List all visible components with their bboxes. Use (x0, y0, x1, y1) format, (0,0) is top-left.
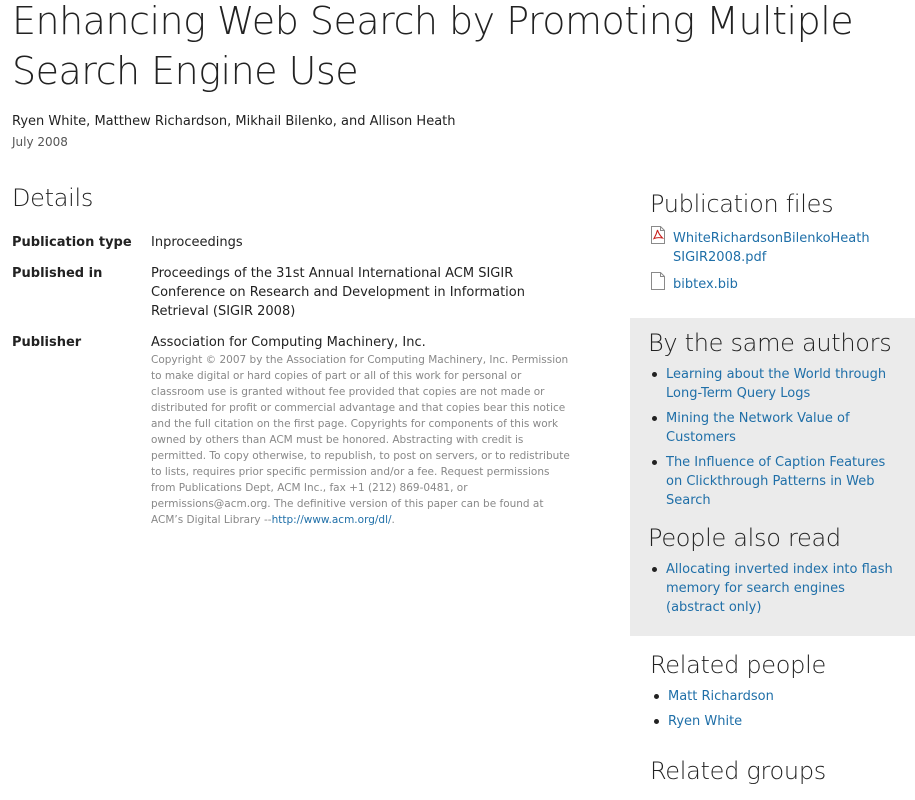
related-person-link-1[interactable]: Matt Richardson (668, 689, 774, 704)
copyright-notice: Copyright © 2007 by the Association for … (151, 352, 577, 528)
details-table: Publication type Inproceedings Published… (12, 233, 577, 540)
detail-row-published-in: Published in Proceedings of the 31st Ann… (12, 264, 577, 321)
publication-type-label: Publication type (12, 235, 132, 250)
publication-page: Enhancing Web Search by Promoting Multip… (0, 0, 915, 800)
pdf-file-icon (650, 226, 666, 244)
related-people-section: Related people Matt Richardson Ryen Whit… (650, 651, 910, 737)
list-item: The Influence of Caption Features on Cli… (648, 453, 905, 510)
publication-type-value: Inproceedings (151, 235, 243, 250)
authors-line: Ryen White, Matthew Richardson, Mikhail … (12, 114, 456, 129)
publisher-block: Association for Computing Machinery, Inc… (151, 333, 577, 528)
publication-date: July 2008 (12, 135, 68, 149)
publication-files-section: Publication files WhiteRichardsonBilenko… (650, 190, 910, 294)
same-authors-heading: By the same authors (648, 329, 892, 357)
pdf-file-item: WhiteRichardsonBilenkoHeath SIGIR2008.pdf (650, 226, 910, 267)
related-people-list: Matt Richardson Ryen White (650, 687, 910, 731)
sidebar-gray-panel: By the same authors Learning about the W… (630, 318, 915, 636)
publisher-value: Association for Computing Machinery, Inc… (151, 335, 426, 350)
published-in-value: Proceedings of the 31st Annual Internati… (151, 266, 525, 319)
list-item: Mining the Network Value of Customers (648, 409, 905, 447)
list-item: Matt Richardson (650, 687, 910, 706)
related-people-heading: Related people (650, 651, 826, 679)
publication-files-heading: Publication files (650, 190, 834, 218)
bibtex-file-link[interactable]: bibtex.bib (673, 275, 738, 294)
same-authors-list: Learning about the World through Long-Te… (648, 365, 905, 510)
published-in-label: Published in (12, 266, 103, 281)
list-item: Learning about the World through Long-Te… (648, 365, 905, 403)
document-file-icon (650, 272, 666, 290)
copyright-end: . (391, 514, 395, 526)
pdf-filename-line2: SIGIR2008.pdf (673, 250, 767, 265)
pdf-file-link[interactable]: WhiteRichardsonBilenkoHeath SIGIR2008.pdf (673, 229, 870, 267)
page-title: Enhancing Web Search by Promoting Multip… (12, 0, 854, 93)
people-also-read-list: Allocating inverted index into flash mem… (648, 560, 905, 617)
related-person-link-2[interactable]: Ryen White (668, 714, 742, 729)
publisher-label: Publisher (12, 335, 82, 350)
also-read-link-1[interactable]: Allocating inverted index into flash mem… (666, 562, 893, 615)
bib-file-item: bibtex.bib (650, 272, 910, 294)
detail-row-publisher: Publisher Association for Computing Mach… (12, 333, 577, 528)
list-item: Ryen White (650, 712, 910, 731)
detail-row-publication-type: Publication type Inproceedings (12, 233, 577, 252)
people-also-read-heading: People also read (648, 524, 841, 552)
copyright-text: Copyright © 2007 by the Association for … (151, 354, 570, 526)
list-item: Allocating inverted index into flash mem… (648, 560, 905, 617)
acm-dl-link[interactable]: http://www.acm.org/dl/ (272, 514, 392, 526)
same-author-link-3[interactable]: The Influence of Caption Features on Cli… (666, 455, 885, 508)
details-heading: Details (12, 184, 94, 212)
same-author-link-2[interactable]: Mining the Network Value of Customers (666, 411, 850, 445)
related-groups-heading: Related groups (650, 757, 826, 785)
pdf-filename-line1: WhiteRichardsonBilenkoHeath (673, 231, 870, 246)
same-author-link-1[interactable]: Learning about the World through Long-Te… (666, 367, 886, 401)
